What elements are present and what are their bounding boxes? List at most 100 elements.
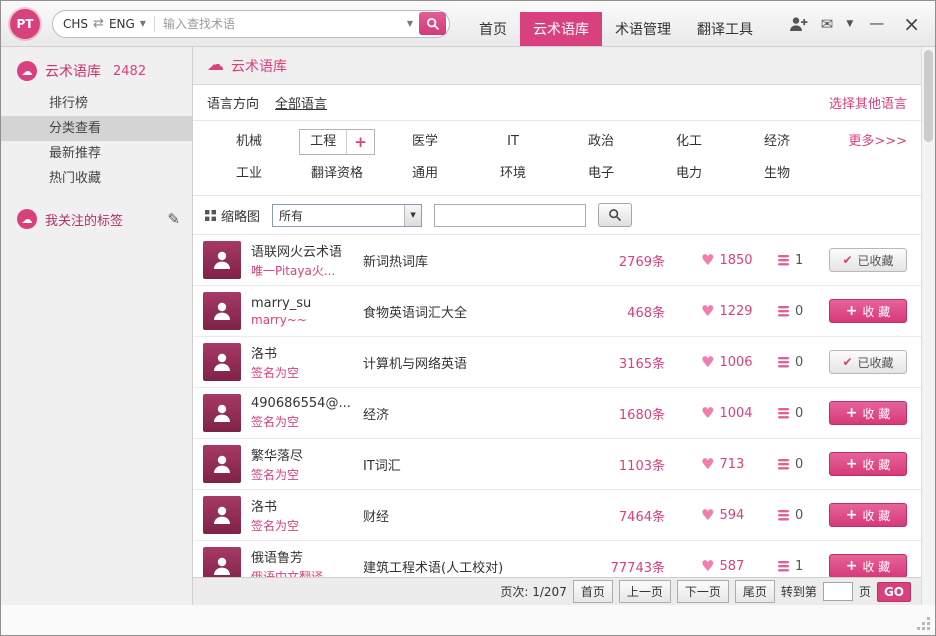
category-economy[interactable]: 经济 bbox=[733, 129, 821, 155]
divider bbox=[153, 15, 155, 32]
category-it[interactable]: IT bbox=[469, 129, 557, 155]
collections: 0 bbox=[777, 355, 829, 370]
category-general[interactable]: 通用 bbox=[381, 161, 469, 187]
library-name: 食物英语词汇大全 bbox=[363, 305, 468, 321]
library-name: 计算机与网络英语 bbox=[363, 356, 468, 372]
selected-category-label: 工程 bbox=[310, 134, 337, 149]
collected-button[interactable]: ✔ 已收藏 bbox=[829, 350, 907, 374]
mail-icon[interactable]: ✉ bbox=[821, 15, 834, 33]
go-button[interactable]: GO bbox=[876, 581, 911, 602]
term-search-input[interactable] bbox=[162, 16, 407, 31]
thumbnail-view-toggle[interactable]: 缩略图 bbox=[205, 206, 260, 225]
menu-caret-icon[interactable]: ▼ bbox=[846, 19, 853, 29]
category-industry[interactable]: 工业 bbox=[205, 161, 293, 187]
sidebar-tags-header[interactable]: ☁ 我关注的标签 ✎ bbox=[1, 205, 192, 229]
category-environment[interactable]: 环境 bbox=[469, 161, 557, 187]
first-page-button[interactable]: 首页 bbox=[572, 580, 613, 603]
category-medicine[interactable]: 医学 bbox=[381, 129, 469, 155]
collect-button[interactable]: + 收 藏 bbox=[829, 554, 907, 577]
last-page-button[interactable]: 尾页 bbox=[734, 580, 775, 603]
collect-button-label: 收 藏 bbox=[862, 508, 891, 523]
minimize-button[interactable]: — bbox=[866, 16, 887, 31]
main-content: ☁ 云术语库 语言方向 全部语言 选择其他语言 机械 工程 + 医学 IT 政治… bbox=[193, 47, 921, 605]
check-icon: ✔ bbox=[842, 253, 853, 267]
table-row[interactable]: 语联网火云术语 唯一Pitaya火... 新词热词库 2769条 ♥ 1850 … bbox=[193, 235, 921, 286]
user-info: 语联网火云术语 唯一Pitaya火... bbox=[251, 241, 355, 279]
list-search-input[interactable] bbox=[434, 203, 587, 227]
category-electronics[interactable]: 电子 bbox=[557, 161, 645, 187]
category-translation-qualification[interactable]: 翻译资格 bbox=[293, 161, 381, 187]
table-row[interactable]: marry_su marry~~ 食物英语词汇大全 468条 ♥ 1229 0 bbox=[193, 286, 921, 337]
collect-button[interactable]: + 收 藏 bbox=[829, 452, 907, 476]
plus-icon: + bbox=[845, 405, 858, 421]
collections-count: 0 bbox=[795, 405, 804, 421]
sidebar-library-title: 云术语库 bbox=[45, 64, 101, 80]
category-electric-power[interactable]: 电力 bbox=[645, 161, 733, 187]
chevron-down-icon: ▼ bbox=[139, 19, 146, 28]
category-biology[interactable]: 生物 bbox=[733, 161, 821, 187]
goto-page-input[interactable] bbox=[822, 582, 853, 601]
statusbar bbox=[1, 605, 935, 635]
goto-label: 转到第 bbox=[780, 585, 817, 599]
next-page-button[interactable]: 下一页 bbox=[676, 580, 729, 603]
page-info: 页次: 1/207 bbox=[500, 585, 567, 599]
app-window: PT CHS ⇄ ENG ▼ ▼ 首页 云术语库 术语管理 翻译工具 bbox=[0, 0, 936, 636]
category-engineering-selected[interactable]: 工程 + bbox=[293, 129, 381, 155]
likes: ♥ 594 bbox=[701, 507, 777, 523]
pagination-bar: 页次: 1/207 首页 上一页 下一页 尾页 转到第 页 GO bbox=[193, 577, 921, 605]
stack-icon bbox=[777, 458, 790, 470]
filter-dropdown[interactable]: 所有 ▼ bbox=[272, 203, 423, 227]
collect-button[interactable]: + 收 藏 bbox=[829, 401, 907, 425]
stack-icon bbox=[777, 509, 790, 521]
table-row[interactable]: 490686554@... 签名为空 经济 1680条 ♥ 1004 0 + 收… bbox=[193, 388, 921, 439]
collect-button[interactable]: + 收 藏 bbox=[829, 299, 907, 323]
nav-translation-tools[interactable]: 翻译工具 bbox=[684, 12, 766, 46]
resize-grip[interactable] bbox=[916, 616, 930, 630]
check-icon: ✔ bbox=[842, 355, 853, 369]
search-history-caret-icon[interactable]: ▼ bbox=[407, 19, 413, 28]
heart-icon: ♥ bbox=[701, 352, 715, 371]
table-row[interactable]: 俄语鲁芳 俄语中文翻译 建筑工程术语(人工校对) 77743条 ♥ 587 1 bbox=[193, 541, 921, 577]
sidebar-item-category-view[interactable]: 分类查看 bbox=[1, 116, 192, 141]
stack-icon bbox=[777, 560, 790, 572]
language-direction-row: 语言方向 全部语言 选择其他语言 bbox=[193, 85, 921, 121]
scrollbar[interactable] bbox=[921, 47, 935, 605]
collect-button-label: 收 藏 bbox=[862, 457, 891, 472]
list-search-button[interactable] bbox=[598, 203, 633, 227]
sidebar-library-header[interactable]: ☁ 云术语库 2482 bbox=[1, 57, 192, 91]
choose-other-language-link[interactable]: 选择其他语言 bbox=[829, 93, 907, 112]
avatar bbox=[203, 394, 241, 432]
scrollbar-thumb[interactable] bbox=[924, 50, 933, 142]
collect-button[interactable]: + 收 藏 bbox=[829, 503, 907, 527]
table-row[interactable]: 洛书 签名为空 财经 7464条 ♥ 594 0 + 收 藏 bbox=[193, 490, 921, 541]
user-name: 洛书 bbox=[251, 500, 278, 515]
search-button[interactable] bbox=[419, 12, 446, 35]
sidebar-tags-title: 我关注的标签 bbox=[45, 213, 124, 229]
cloud-glyph: ☁ bbox=[21, 64, 33, 78]
all-languages-filter[interactable]: 全部语言 bbox=[275, 93, 327, 112]
add-contact-icon[interactable] bbox=[788, 16, 808, 32]
close-button[interactable]: × bbox=[900, 14, 923, 34]
category-machinery[interactable]: 机械 bbox=[205, 129, 293, 155]
add-category-icon[interactable]: + bbox=[346, 130, 374, 154]
sidebar-item-hot-favorites[interactable]: 热门收藏 bbox=[1, 166, 192, 191]
nav-term-management[interactable]: 术语管理 bbox=[602, 12, 684, 46]
collected-button[interactable]: ✔ 已收藏 bbox=[829, 248, 907, 272]
language-pair-selector[interactable]: CHS ⇄ ENG ▼ bbox=[63, 16, 146, 31]
edit-tags-icon[interactable]: ✎ bbox=[167, 210, 180, 228]
sidebar-item-rankings[interactable]: 排行榜 bbox=[1, 91, 192, 116]
thumbnail-view-label: 缩略图 bbox=[221, 209, 261, 225]
sidebar-item-latest-recommended[interactable]: 最新推荐 bbox=[1, 141, 192, 166]
stack-icon bbox=[777, 407, 790, 419]
prev-page-button[interactable]: 上一页 bbox=[618, 580, 671, 603]
category-politics[interactable]: 政治 bbox=[557, 129, 645, 155]
nav-cloud-termbase[interactable]: 云术语库 bbox=[520, 12, 602, 46]
chevron-down-icon: ▼ bbox=[404, 204, 422, 226]
term-count: 1103条 bbox=[618, 458, 665, 474]
collections-count: 0 bbox=[795, 303, 804, 319]
nav-home[interactable]: 首页 bbox=[466, 12, 520, 46]
table-row[interactable]: 洛书 签名为空 计算机与网络英语 3165条 ♥ 1006 0 ✔ 已收藏 bbox=[193, 337, 921, 388]
category-chemical[interactable]: 化工 bbox=[645, 129, 733, 155]
more-categories-link[interactable]: 更多>>> bbox=[821, 129, 909, 155]
table-row[interactable]: 繁华落尽 签名为空 IT词汇 1103条 ♥ 713 0 + 收 藏 bbox=[193, 439, 921, 490]
